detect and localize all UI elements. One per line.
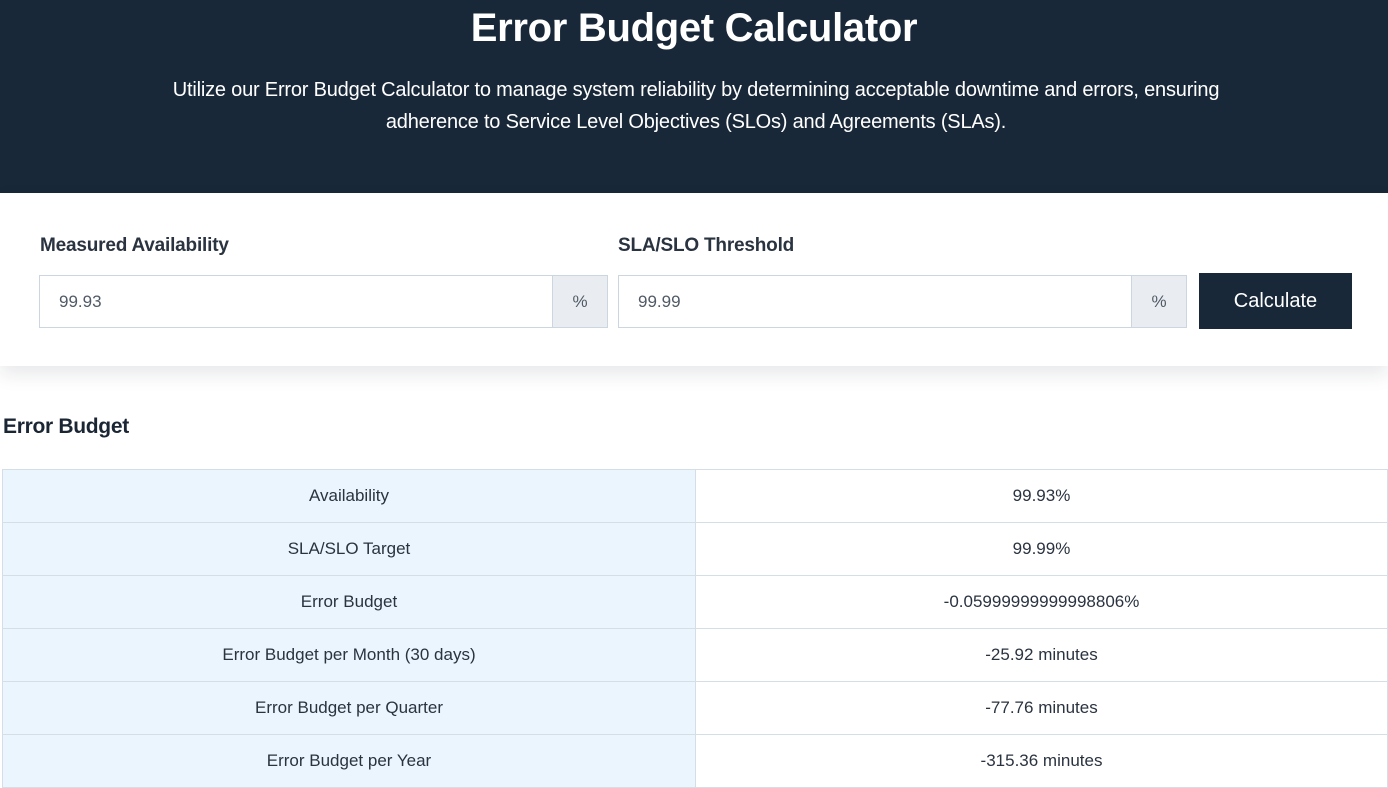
row-label: Error Budget per Year (2, 734, 696, 788)
row-label: Availability (2, 469, 696, 523)
row-value: 99.99% (695, 522, 1388, 576)
hero-header: Error Budget Calculator Utilize our Erro… (0, 0, 1388, 193)
row-label: SLA/SLO Target (2, 522, 696, 576)
row-label: Error Budget per Quarter (2, 681, 696, 735)
table-row: Error Budget per Year -315.36 minutes (2, 734, 1388, 788)
threshold-input[interactable] (618, 275, 1131, 328)
row-value: -0.05999999999998806% (695, 575, 1388, 629)
threshold-input-group: % (618, 275, 1187, 328)
table-row: Error Budget per Quarter -77.76 minutes (2, 681, 1388, 735)
row-value: -315.36 minutes (695, 734, 1388, 788)
results-table: Availability 99.93% SLA/SLO Target 99.99… (2, 469, 1388, 788)
availability-input-group: % (39, 275, 608, 328)
calculate-button[interactable]: Calculate (1199, 273, 1352, 329)
availability-input[interactable] (39, 275, 552, 328)
availability-label: Measured Availability (40, 235, 229, 256)
calculator-form: Measured Availability % SLA/SLO Threshol… (0, 193, 1388, 366)
row-value: 99.93% (695, 469, 1388, 523)
row-label: Error Budget per Month (30 days) (2, 628, 696, 682)
table-row: Error Budget per Month (30 days) -25.92 … (2, 628, 1388, 682)
page-description: Utilize our Error Budget Calculator to m… (172, 79, 1220, 133)
results-title: Error Budget (3, 415, 129, 438)
row-value: -25.92 minutes (695, 628, 1388, 682)
page-title: Error Budget Calculator (470, 6, 918, 50)
threshold-label: SLA/SLO Threshold (618, 235, 795, 256)
row-value: -77.76 minutes (695, 681, 1388, 735)
table-row: Error Budget -0.05999999999998806% (2, 575, 1388, 629)
availability-percent-addon: % (552, 275, 608, 328)
threshold-percent-addon: % (1131, 275, 1187, 328)
table-row: Availability 99.93% (2, 469, 1388, 523)
row-label: Error Budget (2, 575, 696, 629)
table-row: SLA/SLO Target 99.99% (2, 522, 1388, 576)
